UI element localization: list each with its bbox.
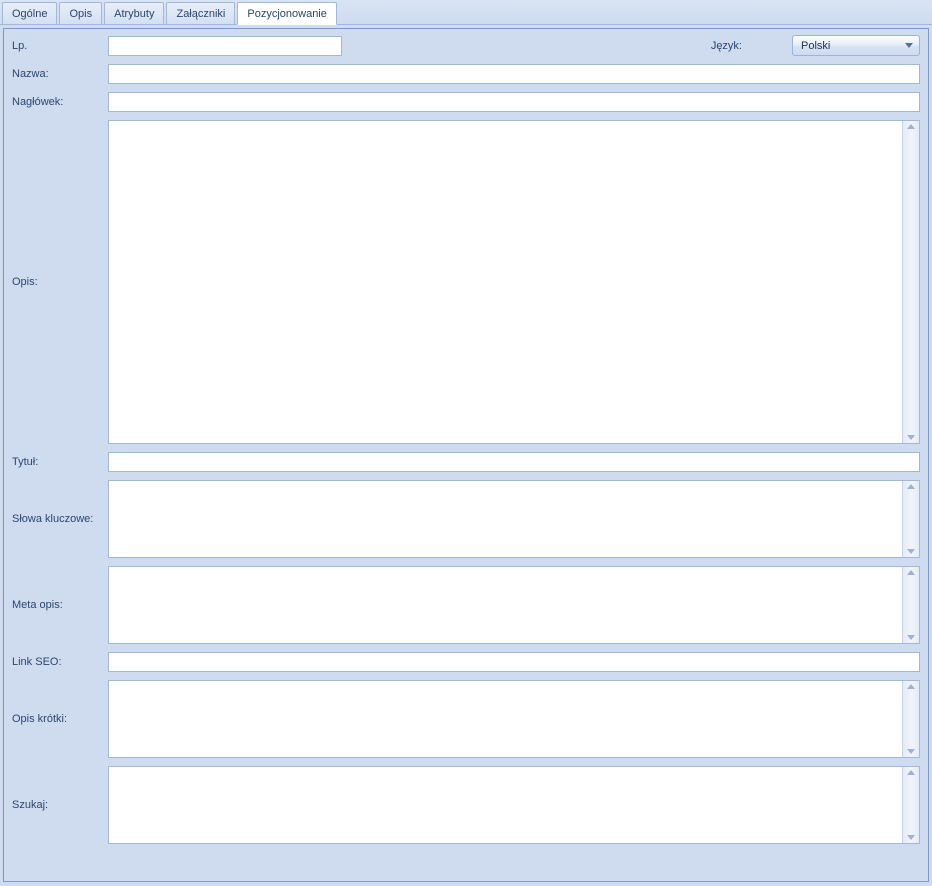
scroll-up-icon [907,484,915,489]
row-naglowek: Nagłówek: [12,92,920,112]
label-lp: Lp. [12,40,108,52]
label-link-seo: Link SEO: [12,656,108,668]
input-lp[interactable] [108,36,342,56]
textarea-opis[interactable] [108,120,920,444]
tab-label: Załączniki [176,8,225,20]
tab-strip: Ogólne Opis Atrybuty Załączniki Pozycjon… [0,0,932,25]
textarea-meta-opis[interactable] [108,566,920,644]
row-szukaj: Szukaj: [12,766,920,844]
scroll-up-icon [907,684,915,689]
textarea-opis-krotki-content[interactable] [109,681,902,757]
tab-label: Atrybuty [114,8,154,20]
input-link-seo[interactable] [108,652,920,672]
scroll-up-icon [907,570,915,575]
row-opis: Opis: [12,120,920,444]
textarea-slowa-kluczowe[interactable] [108,480,920,558]
input-tytul[interactable] [108,452,920,472]
label-naglowek: Nagłówek: [12,96,108,108]
scroll-down-icon [907,435,915,440]
row-tytul: Tytuł: [12,452,920,472]
textarea-opis-krotki[interactable] [108,680,920,758]
textarea-szukaj[interactable] [108,766,920,844]
scrollbar-opis[interactable] [902,121,919,443]
scroll-down-icon [907,835,915,840]
scrollbar-opis-krotki[interactable] [902,681,919,757]
chevron-down-icon [905,43,913,48]
form-panel: Lp. Język: Polski Nazwa: Nagłówek: Opis: [3,28,929,882]
scroll-up-icon [907,124,915,129]
input-naglowek[interactable] [108,92,920,112]
label-slowa-kluczowe: Słowa kluczowe: [12,480,108,558]
label-tytul: Tytuł: [12,456,108,468]
scroll-down-icon [907,635,915,640]
tab-zalaczniki[interactable]: Załączniki [166,2,235,24]
textarea-opis-content[interactable] [109,121,902,443]
scroll-down-icon [907,549,915,554]
textarea-szukaj-content[interactable] [109,767,902,843]
row-meta-opis: Meta opis: [12,566,920,644]
tab-opis[interactable]: Opis [59,2,102,24]
label-nazwa: Nazwa: [12,68,108,80]
select-language[interactable]: Polski [792,35,920,56]
scroll-up-icon [907,770,915,775]
label-meta-opis: Meta opis: [12,566,108,644]
label-opis: Opis: [12,120,108,444]
tab-ogolne[interactable]: Ogólne [2,2,57,24]
label-opis-krotki: Opis krótki: [12,680,108,758]
tab-label: Pozycjonowanie [247,8,327,20]
label-language: Język: [711,40,742,52]
scroll-down-icon [907,749,915,754]
input-nazwa[interactable] [108,64,920,84]
row-link-seo: Link SEO: [12,652,920,672]
tab-label: Opis [69,8,92,20]
tab-label: Ogólne [12,8,47,20]
scrollbar-szukaj[interactable] [902,767,919,843]
row-opis-krotki: Opis krótki: [12,680,920,758]
row-nazwa: Nazwa: [12,64,920,84]
scrollbar-meta-opis[interactable] [902,567,919,643]
tab-atrybuty[interactable]: Atrybuty [104,2,164,24]
textarea-meta-opis-content[interactable] [109,567,902,643]
scrollbar-slowa-kluczowe[interactable] [902,481,919,557]
row-slowa-kluczowe: Słowa kluczowe: [12,480,920,558]
tab-pozycjonowanie[interactable]: Pozycjonowanie [237,2,337,25]
label-szukaj: Szukaj: [12,766,108,844]
textarea-slowa-kluczowe-content[interactable] [109,481,902,557]
row-lp: Lp. Język: Polski [12,35,920,56]
select-language-value: Polski [801,40,830,52]
